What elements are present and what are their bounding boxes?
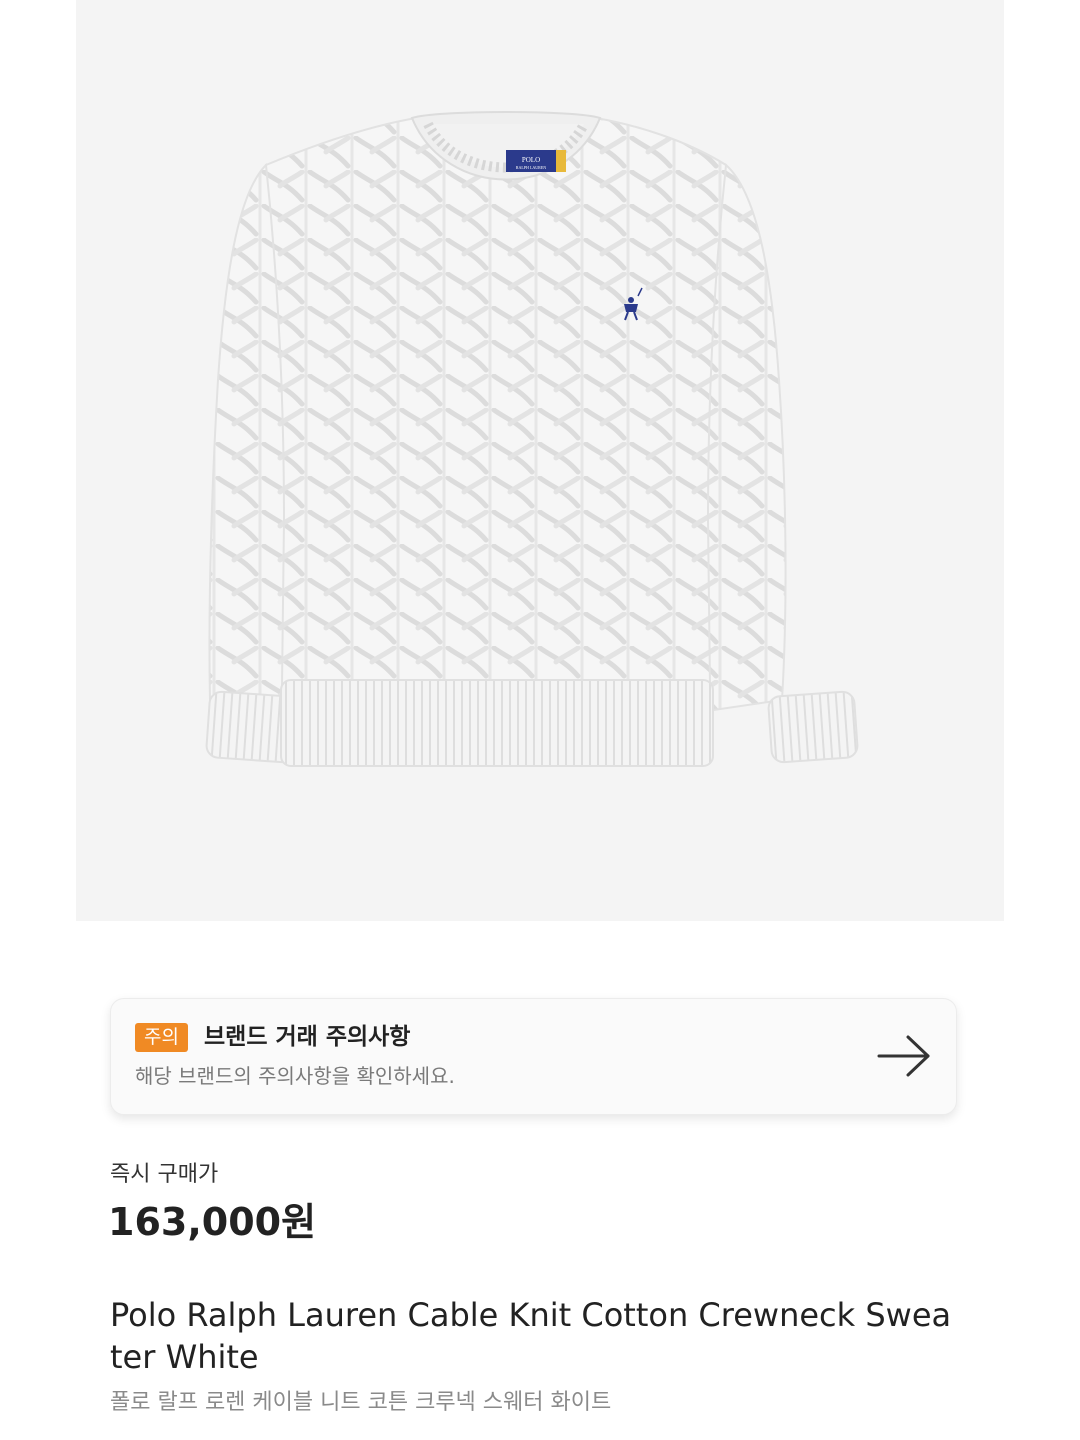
product-name-ko: 폴로 랄프 로렌 케이블 니트 코튼 크루넥 스웨터 화이트 bbox=[110, 1390, 612, 1415]
product-image[interactable]: POLO RALPH LAUREN bbox=[76, 0, 1004, 921]
price-value: 163,000원 bbox=[108, 1200, 317, 1244]
price-label: 즉시 구매가 bbox=[110, 1162, 219, 1187]
notice-title: 브랜드 거래 주의사항 bbox=[204, 1024, 411, 1050]
sweater-image: POLO RALPH LAUREN bbox=[205, 111, 859, 767]
arrow-right-icon[interactable] bbox=[876, 1033, 932, 1079]
notice-description: 해당 브랜드의 주의사항을 확인하세요. bbox=[135, 1064, 455, 1088]
notice-badge: 주의 bbox=[135, 1023, 188, 1052]
svg-text:POLO: POLO bbox=[522, 156, 540, 164]
svg-text:RALPH LAUREN: RALPH LAUREN bbox=[516, 165, 546, 170]
product-name-en: Polo Ralph Lauren Cable Knit Cotton Crew… bbox=[110, 1296, 952, 1376]
brand-notice-card[interactable]: 주의 브랜드 거래 주의사항 해당 브랜드의 주의사항을 확인하세요. bbox=[110, 998, 957, 1115]
